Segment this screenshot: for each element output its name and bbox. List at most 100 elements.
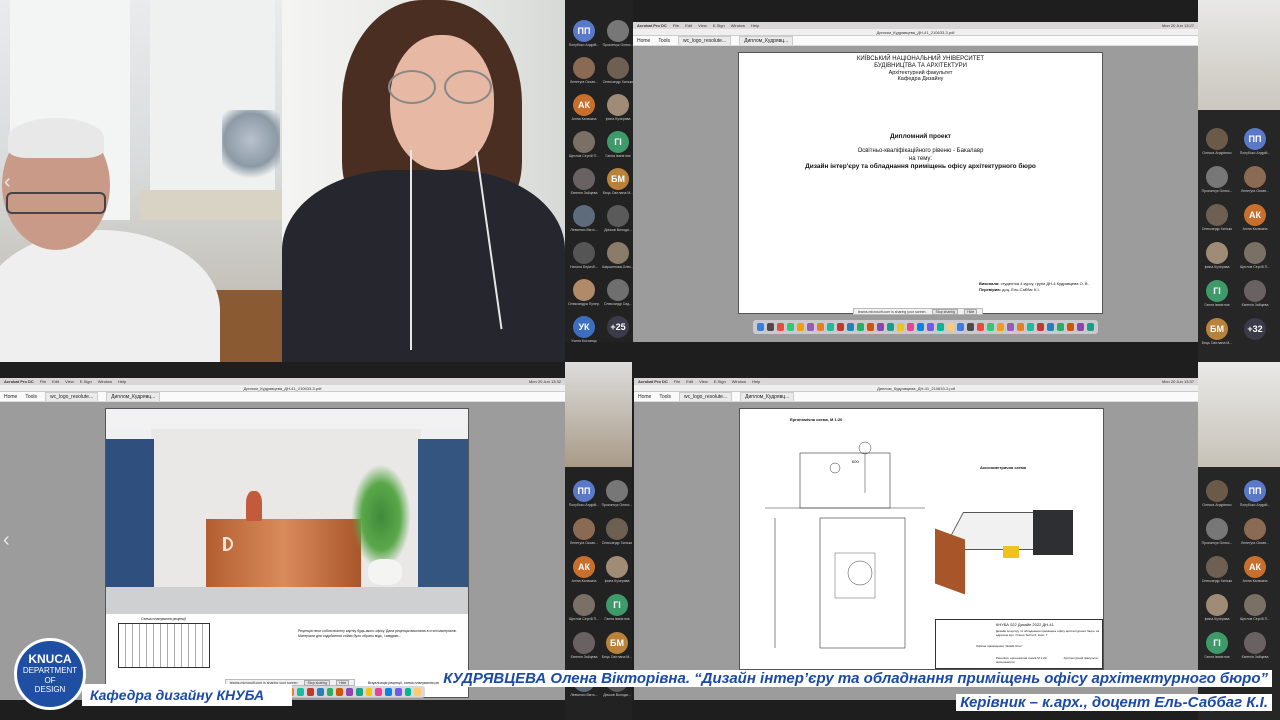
dock-app-icon[interactable] <box>787 323 794 331</box>
acrobat-tab[interactable]: Диплом_Кудрявц... <box>740 392 795 401</box>
menu-item[interactable]: Help <box>118 379 126 384</box>
participant-tile[interactable]: Олександр Сид... <box>602 279 634 306</box>
menu-item[interactable]: Edit <box>52 379 59 384</box>
participant-tile[interactable]: +25 <box>602 316 634 338</box>
participant-tile[interactable]: Шаршенова Олек... <box>602 242 634 269</box>
dock-app-icon[interactable] <box>937 323 944 331</box>
prev-arrow-icon[interactable]: ‹ <box>3 530 10 550</box>
dock-app-icon[interactable] <box>847 323 854 331</box>
menu-item[interactable]: Window <box>732 379 746 384</box>
dock-app-icon[interactable] <box>777 323 784 331</box>
participant-tile[interactable]: Лепетуга Оксан... <box>1239 518 1271 545</box>
participant-tile[interactable]: Євгенія Зайцева <box>1239 632 1271 659</box>
dock-app-icon[interactable] <box>385 688 392 696</box>
acrobat-tab[interactable]: wc_logo_resolute... <box>679 392 733 401</box>
participant-tile[interactable]: Щеглов Сергій П... <box>568 131 600 158</box>
stop-sharing-button[interactable]: Stop sharing <box>304 679 331 686</box>
dock-app-icon[interactable] <box>907 323 914 331</box>
participant-tile[interactable]: БМ Бець Світлана М... <box>601 632 632 659</box>
participant-tile[interactable]: Олекса Андрієнко <box>1201 480 1233 507</box>
dock-app-icon[interactable] <box>346 688 353 696</box>
menu-item[interactable]: Acrobat Pro DC <box>4 379 34 384</box>
menu-item[interactable]: Acrobat Pro DC <box>637 23 667 28</box>
dock-app-icon[interactable] <box>797 323 804 331</box>
dock-app-icon[interactable] <box>947 323 954 331</box>
menu-item[interactable]: View <box>65 379 74 384</box>
dock-app-icon[interactable] <box>1007 323 1014 331</box>
dock-app-icon[interactable] <box>817 323 824 331</box>
dock-app-icon[interactable] <box>1057 323 1064 331</box>
participant-tile[interactable]: Прокопчук Олекс... <box>1201 518 1233 545</box>
participant-tile[interactable]: Щеглов Сергій П... <box>1239 242 1271 269</box>
dock-app-icon[interactable] <box>987 323 994 331</box>
participant-tile[interactable]: ГІ Ганна Іваніглов <box>1201 632 1233 659</box>
hide-button[interactable]: Hide <box>964 308 978 315</box>
participant-tile[interactable]: Євгенія Зайцева <box>1239 280 1271 307</box>
menu-item[interactable]: E-Sign <box>714 379 726 384</box>
acrobat-tab[interactable]: Диплом_Кудрявц... <box>739 36 794 45</box>
acrobat-tab[interactable]: Tools <box>25 394 37 400</box>
dock-app-icon[interactable] <box>807 323 814 331</box>
participant-tile[interactable]: АК Аліна Калюжна <box>568 556 600 583</box>
acrobat-tab[interactable]: Диплом_Кудрявц... <box>106 392 161 401</box>
menu-item[interactable]: Edit <box>686 379 693 384</box>
dock-app-icon[interactable] <box>827 323 834 331</box>
dock-app-icon[interactable] <box>336 688 343 696</box>
dock-app-icon[interactable] <box>767 323 774 331</box>
dock-app-icon[interactable] <box>897 323 904 331</box>
participant-tile[interactable]: БМ Бець Світлана М... <box>1201 318 1233 345</box>
menu-item[interactable]: E-Sign <box>713 23 725 28</box>
participant-tile[interactable]: ПП Полубоко Андрій... <box>568 480 600 507</box>
menu-item[interactable]: Window <box>731 23 745 28</box>
dock-app-icon[interactable] <box>1037 323 1044 331</box>
participant-tile[interactable]: Прокопчук Олекс... <box>601 480 632 507</box>
menu-item[interactable]: Window <box>98 379 112 384</box>
dock-app-icon[interactable] <box>927 323 934 331</box>
participant-tile[interactable]: Ірина Кучерява <box>1201 594 1233 621</box>
participant-tile[interactable]: Олекса Андрієнко <box>1201 128 1233 155</box>
participant-tile[interactable]: Левченко Вікто... <box>568 205 600 232</box>
participant-tile[interactable]: Наталя Беричб... <box>568 242 600 269</box>
dock-app-icon[interactable] <box>326 688 334 696</box>
participant-tile[interactable]: ГІ Ганна Іваніглов <box>602 131 634 158</box>
dock-app-icon[interactable] <box>355 688 363 696</box>
participant-tile[interactable]: Олександр Хилько <box>1201 204 1233 231</box>
menu-item[interactable]: File <box>40 379 46 384</box>
menu-item[interactable]: E-Sign <box>80 379 92 384</box>
participant-tile[interactable]: Щеглов Сергій П... <box>568 594 600 621</box>
participant-tile[interactable]: Лепетуга Оксан... <box>1239 166 1271 193</box>
participant-tile[interactable]: ПП Полубоко Андрій... <box>1239 128 1271 155</box>
dock-app-icon[interactable] <box>867 323 874 331</box>
acrobat-tab[interactable]: Tools <box>659 394 671 400</box>
prev-arrow-icon[interactable]: ‹ <box>4 172 11 192</box>
participant-tile[interactable]: Олександра Пулер... <box>568 279 600 306</box>
menu-item[interactable]: File <box>674 379 680 384</box>
participant-tile[interactable]: АК Аліна Калюжна <box>1239 204 1271 231</box>
menu-item[interactable]: Help <box>752 379 760 384</box>
acrobat-tab[interactable]: Home <box>637 38 650 44</box>
dock-app-icon[interactable] <box>877 323 884 331</box>
participant-tile[interactable]: УК Ученя Костанць <box>568 316 600 343</box>
dock-app-icon[interactable] <box>757 323 764 331</box>
dock-app-icon[interactable] <box>297 688 304 696</box>
dock-app-icon[interactable] <box>1027 323 1034 331</box>
participant-tile[interactable]: Ірина Кучерява <box>602 94 634 121</box>
participant-tile[interactable]: БМ Бець Світлана М... <box>602 168 634 195</box>
participant-tile[interactable]: Олександр Хилько <box>1201 556 1233 583</box>
dock-app-icon[interactable] <box>977 323 984 331</box>
hide-button[interactable]: Hide <box>336 679 350 686</box>
dock-app-icon[interactable] <box>1047 323 1054 331</box>
dock-app-icon[interactable] <box>917 323 924 331</box>
participant-tile[interactable]: Прокопчук Олекс... <box>602 20 634 47</box>
participant-tile[interactable]: Прокопчук Олекс... <box>1201 166 1233 193</box>
dock-app-icon[interactable] <box>1087 323 1094 331</box>
dock-app-icon[interactable] <box>887 323 894 331</box>
acrobat-tab[interactable]: Home <box>4 394 17 400</box>
dock-app-icon[interactable] <box>857 323 864 331</box>
participant-tile[interactable]: Ірина Кучерява <box>601 556 632 583</box>
menu-item[interactable]: Help <box>751 23 759 28</box>
dock-app-icon[interactable] <box>837 323 844 331</box>
participant-tile[interactable]: Олександр Хилько <box>602 57 634 84</box>
participant-tile[interactable]: АК Аліна Калюжна <box>1239 556 1271 583</box>
participant-tile[interactable]: ГІ Ганна Іваніглов <box>1201 280 1233 307</box>
